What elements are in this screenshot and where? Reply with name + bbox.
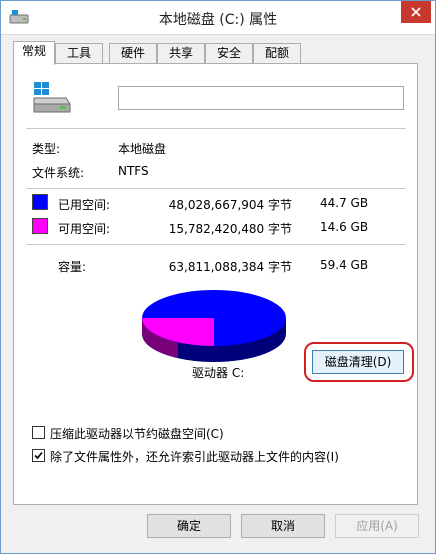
separator bbox=[26, 128, 406, 129]
free-space-label: 可用空间: bbox=[58, 222, 111, 236]
close-icon bbox=[411, 7, 421, 17]
filesystem-value: NTFS bbox=[118, 164, 149, 178]
ok-button[interactable]: 确定 bbox=[147, 514, 231, 538]
capacity-size: 59.4 GB bbox=[320, 258, 369, 272]
index-checkbox-label[interactable]: 除了文件属性外，还允许索引此驱动器上文件的内容(I) bbox=[50, 448, 339, 465]
used-space-swatch bbox=[32, 194, 48, 210]
tab-tools[interactable]: 工具 bbox=[55, 43, 103, 64]
separator bbox=[26, 188, 406, 189]
cancel-button[interactable]: 取消 bbox=[241, 514, 325, 538]
apply-button[interactable]: 应用(A) bbox=[335, 514, 419, 538]
drive-letter-label: 驱动器 C: bbox=[192, 366, 245, 380]
separator bbox=[26, 244, 406, 245]
drive-name-input[interactable] bbox=[118, 86, 404, 110]
type-label: 类型: bbox=[32, 142, 61, 156]
used-space-label: 已用空间: bbox=[58, 198, 111, 212]
disk-usage-pie-chart bbox=[142, 290, 286, 362]
properties-dialog: 本地磁盘 (C:) 属性 常规 工具 硬件 共享 安全 配额 类型: 本地磁盘 … bbox=[0, 0, 436, 554]
filesystem-label: 文件系统: bbox=[32, 166, 85, 180]
drive-icon bbox=[33, 82, 71, 113]
window-title: 本地磁盘 (C:) 属性 bbox=[158, 12, 278, 28]
close-button[interactable] bbox=[401, 1, 431, 23]
tab-quota[interactable]: 配额 bbox=[253, 43, 301, 64]
free-space-bytes: 15,782,420,480 字节 bbox=[168, 222, 292, 236]
index-checkbox[interactable] bbox=[32, 449, 45, 462]
general-panel: 类型: 本地磁盘 文件系统: NTFS 已用空间: 48,028,667,904… bbox=[13, 63, 418, 505]
tab-security[interactable]: 安全 bbox=[205, 43, 253, 64]
tab-hardware[interactable]: 硬件 bbox=[109, 43, 157, 64]
free-space-swatch bbox=[32, 218, 48, 234]
capacity-bytes: 63,811,088,384 字节 bbox=[168, 260, 292, 274]
used-space-size: 44.7 GB bbox=[320, 196, 369, 210]
compress-checkbox[interactable] bbox=[32, 426, 45, 439]
capacity-label: 容量: bbox=[58, 260, 87, 274]
title-bar[interactable]: 本地磁盘 (C:) 属性 bbox=[1, 1, 435, 35]
compress-checkbox-label[interactable]: 压缩此驱动器以节约磁盘空间(C) bbox=[50, 425, 224, 442]
checkmark-icon bbox=[34, 451, 43, 460]
disk-cleanup-button[interactable]: 磁盘清理(D) bbox=[312, 350, 404, 374]
tab-sharing[interactable]: 共享 bbox=[157, 43, 205, 64]
type-value: 本地磁盘 bbox=[118, 142, 167, 156]
tab-general[interactable]: 常规 bbox=[13, 41, 55, 65]
used-space-bytes: 48,028,667,904 字节 bbox=[168, 198, 292, 212]
free-space-size: 14.6 GB bbox=[320, 220, 369, 234]
